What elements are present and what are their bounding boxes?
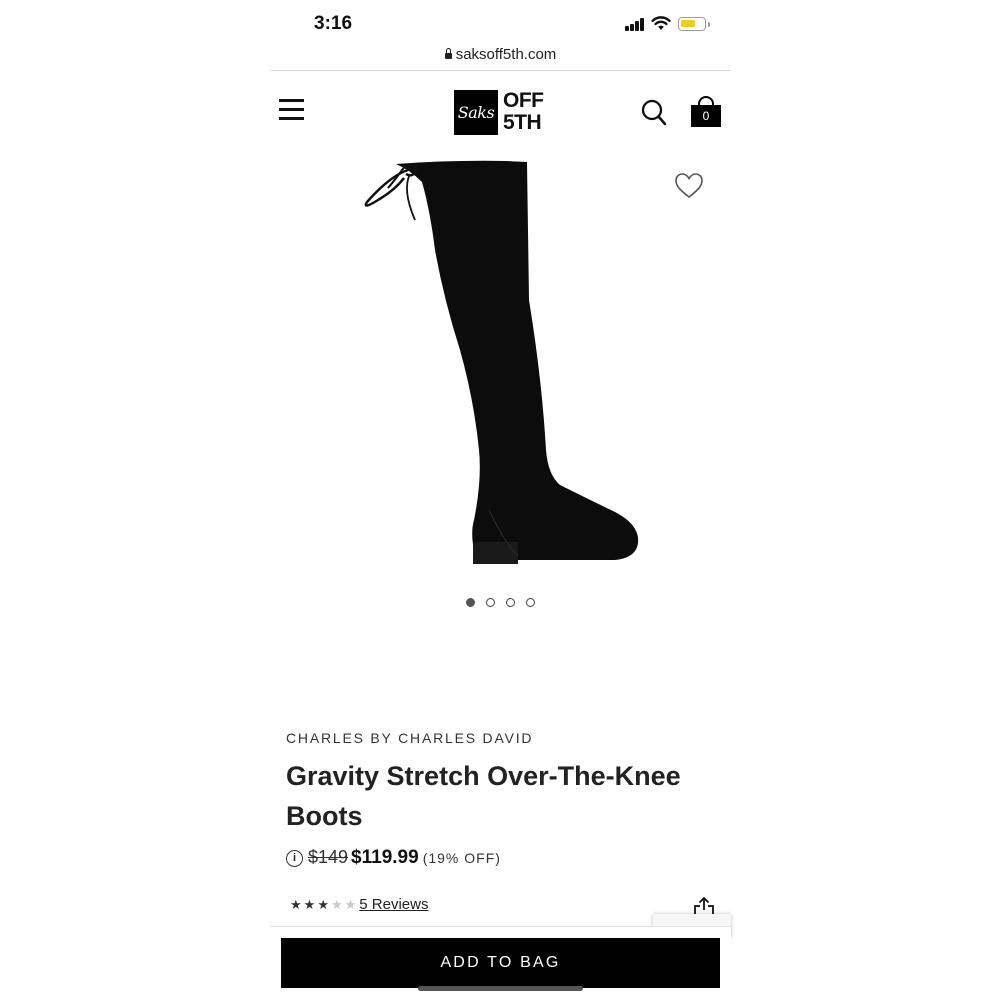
rating-row: ★ ★ ★ ★ ★ 5 Reviews xyxy=(290,896,428,916)
product-title: Gravity Stretch Over-The-Knee Boots xyxy=(286,761,681,831)
wifi-icon xyxy=(651,16,671,30)
carousel-dot-1[interactable] xyxy=(466,598,475,607)
star-icon: ★ xyxy=(290,897,302,912)
product-image[interactable] xyxy=(270,150,731,590)
reviews-link[interactable]: 5 Reviews xyxy=(359,896,428,913)
cellular-signal-icon xyxy=(625,17,645,31)
info-icon[interactable]: i xyxy=(286,850,303,867)
star-icon: ★ xyxy=(303,897,316,912)
status-bar: 3:16 xyxy=(270,0,731,48)
lock-icon xyxy=(444,48,452,59)
sale-price: $119.99 xyxy=(351,847,419,868)
shopping-bag-button[interactable]: 0 xyxy=(690,96,722,128)
search-icon[interactable] xyxy=(641,99,667,127)
bag-count: 0 xyxy=(691,105,721,127)
carousel-dot-4[interactable] xyxy=(526,598,535,607)
browser-url-bar[interactable]: saksoff5th.com xyxy=(270,46,731,71)
carousel-dot-2[interactable] xyxy=(486,598,495,607)
phone-screen: 3:16 saksoff5th.com Saks OFF 5TH 0 CHARL… xyxy=(270,0,731,1000)
price-row: i $149 $119.99 (19% OFF) xyxy=(286,847,501,873)
carousel-dot-3[interactable] xyxy=(506,598,515,607)
url-text: saksoff5th.com xyxy=(455,46,557,63)
battery-icon xyxy=(678,17,710,31)
image-carousel-dots xyxy=(270,598,731,610)
home-indicator[interactable] xyxy=(418,986,583,991)
status-time: 3:16 xyxy=(314,13,353,34)
heart-icon[interactable] xyxy=(674,172,704,200)
original-price: $149 xyxy=(308,847,349,867)
boot-illustration xyxy=(364,160,639,564)
star-icon: ★ xyxy=(317,897,329,912)
saks-off-5th-logo[interactable]: Saks OFF 5TH xyxy=(454,90,548,136)
logo-mark: Saks xyxy=(454,90,498,135)
star-icon: ★ xyxy=(344,897,357,912)
star-icon: ★ xyxy=(330,897,343,912)
product-brand[interactable]: CHARLES BY CHARLES DAVID xyxy=(286,730,533,746)
add-to-bag-button[interactable]: ADD TO BAG xyxy=(281,938,720,988)
menu-button[interactable] xyxy=(279,99,305,121)
logo-wordmark: OFF 5TH xyxy=(503,89,544,134)
site-header: Saks OFF 5TH 0 xyxy=(270,80,731,144)
discount-label: (19% OFF) xyxy=(422,850,501,866)
